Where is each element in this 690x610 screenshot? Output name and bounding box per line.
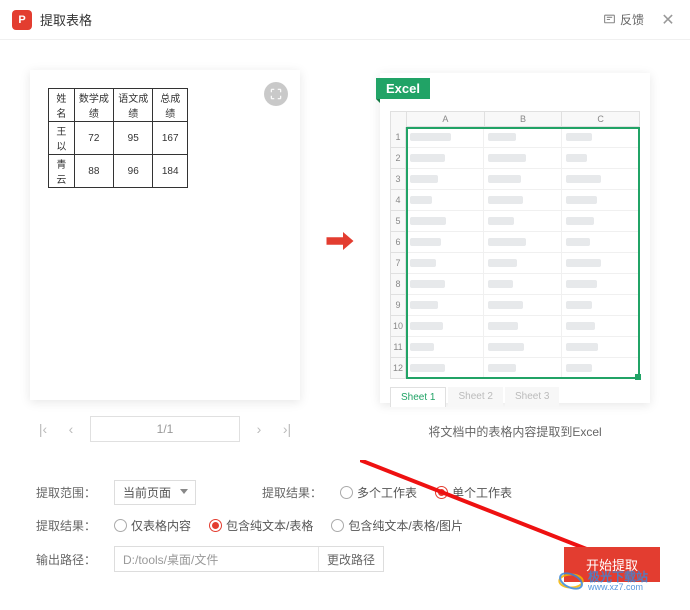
excel-row: 8: [390, 274, 640, 295]
th-chinese: 语文成绩: [114, 89, 153, 122]
table-row: 王以 72 95 167: [49, 122, 188, 155]
pager-last-button[interactable]: ›|: [278, 421, 296, 437]
row-header: 6: [390, 232, 406, 253]
expand-icon: [269, 87, 283, 101]
close-button[interactable]: ✕: [658, 10, 678, 30]
output-label: 输出路径：: [36, 551, 96, 568]
excel-row: 5: [390, 211, 640, 232]
feedback-label: 反馈: [620, 11, 644, 28]
caption: 将文档中的表格内容提取到Excel: [380, 423, 650, 440]
excel-row: 4: [390, 190, 640, 211]
pager-input[interactable]: [90, 416, 240, 442]
th-name: 姓名: [49, 89, 75, 122]
sheet-tab-3[interactable]: Sheet 3: [505, 387, 559, 407]
app-logo: P: [12, 10, 32, 30]
th-math: 数学成绩: [74, 89, 113, 122]
row-header: 4: [390, 190, 406, 211]
radio-multiple-sheets[interactable]: 多个工作表: [340, 484, 417, 501]
expand-preview-button[interactable]: [264, 82, 288, 106]
pager-prev-button[interactable]: ‹: [62, 421, 80, 437]
resultB-label: 提取结果：: [36, 517, 96, 534]
scope-label: 提取范围：: [36, 484, 96, 501]
feedback-button[interactable]: 反馈: [603, 11, 644, 28]
radio-single-sheet[interactable]: 单个工作表: [435, 484, 512, 501]
pager-next-button[interactable]: ›: [250, 421, 268, 437]
scope-select[interactable]: 当前页面: [114, 480, 196, 505]
radio-table-only[interactable]: 仅表格内容: [114, 517, 191, 534]
excel-row: 9: [390, 295, 640, 316]
excel-row: 6: [390, 232, 640, 253]
document-preview: 姓名 数学成绩 语文成绩 总成绩 王以 72 95 167 青云 88 96 1…: [30, 70, 300, 400]
preview-table: 姓名 数学成绩 语文成绩 总成绩 王以 72 95 167 青云 88 96 1…: [48, 88, 188, 188]
row-header: 9: [390, 295, 406, 316]
row-header: 2: [390, 148, 406, 169]
row-header: 3: [390, 169, 406, 190]
radio-text-table[interactable]: 包含纯文本/表格: [209, 517, 313, 534]
table-row: 青云 88 96 184: [49, 155, 188, 188]
row-header: 11: [390, 337, 406, 358]
col-header: B: [484, 111, 562, 127]
row-header: 12: [390, 358, 406, 379]
row-header: 10: [390, 316, 406, 337]
col-header: C: [561, 111, 640, 127]
arrow-icon: [320, 229, 360, 253]
row-header: 7: [390, 253, 406, 274]
feedback-icon: [603, 13, 616, 26]
sheet-tab-2[interactable]: Sheet 2: [448, 387, 502, 407]
sheet-tab-1[interactable]: Sheet 1: [390, 387, 446, 407]
row-header: 5: [390, 211, 406, 232]
excel-row: 1: [390, 127, 640, 148]
resultA-label: 提取结果：: [262, 484, 322, 501]
row-header: 1: [390, 127, 406, 148]
pager: |‹ ‹ › ›|: [30, 416, 300, 442]
radio-text-table-image[interactable]: 包含纯文本/表格/图片: [331, 517, 463, 534]
change-path-button[interactable]: 更改路径: [318, 547, 383, 571]
excel-preview: Excel A B C 123456789101112 Sheet 1 Shee…: [380, 73, 650, 403]
pager-first-button[interactable]: |‹: [34, 421, 52, 437]
window-title: 提取表格: [40, 10, 92, 29]
row-header: 8: [390, 274, 406, 295]
th-total: 总成绩: [153, 89, 188, 122]
excel-row: 7: [390, 253, 640, 274]
excel-row: 2: [390, 148, 640, 169]
excel-row: 3: [390, 169, 640, 190]
col-header: A: [406, 111, 484, 127]
excel-tag: Excel: [376, 78, 430, 99]
excel-row: 10: [390, 316, 640, 337]
output-path: D:/tools/桌面/文件: [115, 551, 318, 568]
extract-button[interactable]: 开始提取: [564, 547, 660, 582]
excel-row: 12: [390, 358, 640, 379]
excel-row: 11: [390, 337, 640, 358]
